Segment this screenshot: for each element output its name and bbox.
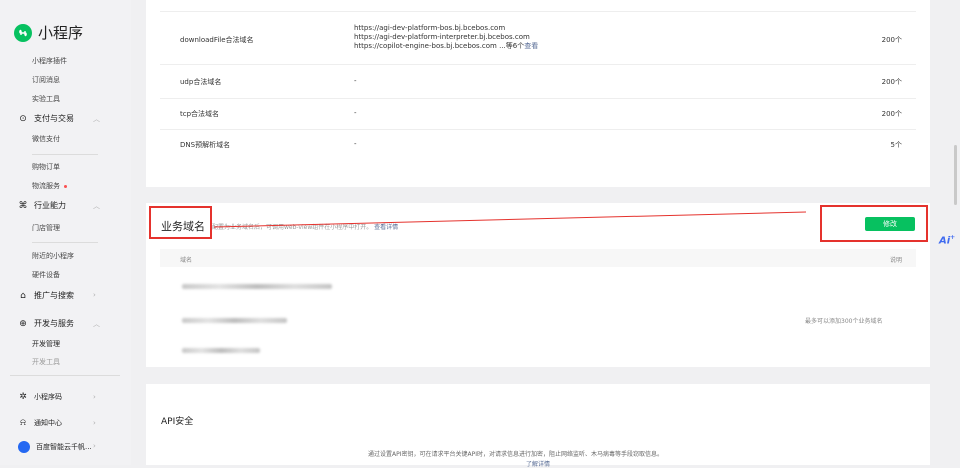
column-header-domain: 域名	[180, 257, 193, 264]
annotation-line	[213, 211, 807, 228]
learn-more-link[interactable]: 了解详情	[526, 459, 550, 468]
scrollbar[interactable]	[954, 145, 957, 205]
redacted-domain	[182, 284, 332, 289]
api-security-desc: 通过设置API密钥，可在请求平台关键API时，对请求信息进行加密，阻止网络监听、…	[368, 451, 663, 458]
table-header: 域名 说明	[160, 249, 916, 267]
section-title: API安全	[161, 417, 194, 427]
redacted-domain	[182, 318, 287, 323]
column-header-note: 说明	[889, 257, 902, 264]
ai-assistant-icon[interactable]: Ai+	[939, 234, 955, 246]
redacted-domain	[182, 348, 260, 353]
annotation-box	[820, 205, 928, 242]
domain-limit-note: 最多可以添加300个业务域名	[805, 318, 883, 325]
